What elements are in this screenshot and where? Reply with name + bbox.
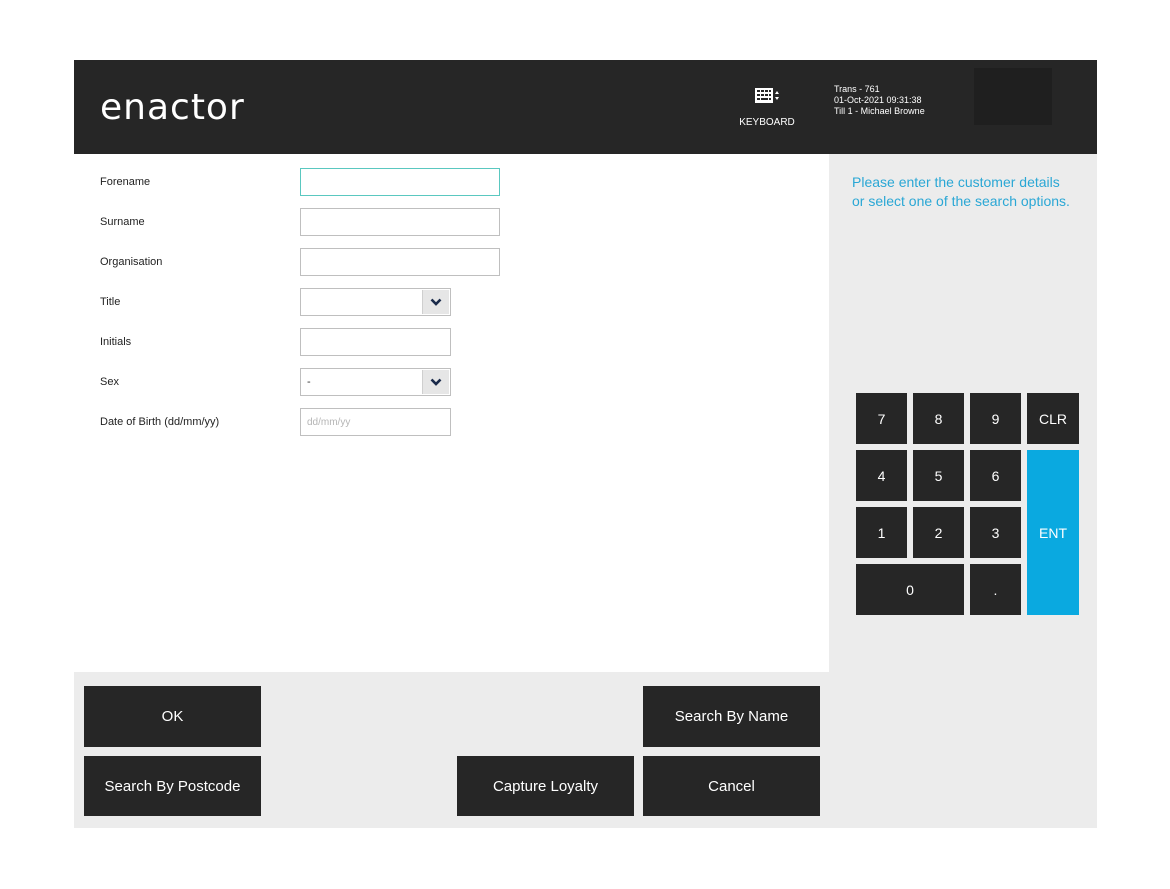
dob-input[interactable] — [300, 408, 451, 436]
transaction-info: Trans - 761 01-Oct-2021 09:31:38 Till 1 … — [834, 84, 925, 117]
enactor-logo: enactor — [100, 87, 245, 128]
key-1[interactable]: 1 — [856, 507, 907, 558]
surname-label: Surname — [100, 216, 145, 228]
key-4[interactable]: 4 — [856, 450, 907, 501]
capture-loyalty-button[interactable]: Capture Loyalty — [457, 756, 634, 816]
ok-button[interactable]: OK — [84, 686, 261, 747]
search-by-postcode-button[interactable]: Search By Postcode — [84, 756, 261, 816]
chevron-down-icon[interactable] — [422, 370, 449, 394]
initials-label: Initials — [100, 336, 132, 348]
key-dot[interactable]: . — [970, 564, 1021, 615]
sex-value: - — [307, 376, 311, 388]
sex-label: Sex — [100, 376, 119, 388]
forename-label: Forename — [100, 176, 151, 188]
forename-input[interactable] — [300, 168, 500, 196]
initials-input[interactable] — [300, 328, 451, 356]
key-6[interactable]: 6 — [970, 450, 1021, 501]
customer-form: Forename Surname Organisation Title Init… — [74, 154, 829, 672]
organisation-input[interactable] — [300, 248, 500, 276]
keyboard-label: KEYBOARD — [739, 117, 795, 128]
key-7[interactable]: 7 — [856, 393, 907, 444]
instruction-message: Please enter the customer details or sel… — [852, 174, 1070, 209]
transaction-datetime: 01-Oct-2021 09:31:38 — [834, 95, 922, 105]
key-clr[interactable]: CLR — [1027, 393, 1079, 444]
key-5[interactable]: 5 — [913, 450, 964, 501]
key-9[interactable]: 9 — [970, 393, 1021, 444]
key-8[interactable]: 8 — [913, 393, 964, 444]
keyboard-button[interactable]: KEYBOARD — [732, 86, 802, 128]
sex-select[interactable]: - — [300, 368, 451, 396]
search-by-name-button[interactable]: Search By Name — [643, 686, 820, 747]
key-0[interactable]: 0 — [856, 564, 964, 615]
key-3[interactable]: 3 — [970, 507, 1021, 558]
organisation-label: Organisation — [100, 256, 163, 268]
title-label: Title — [100, 296, 121, 308]
till-operator: Till 1 - Michael Browne — [834, 106, 925, 116]
surname-input[interactable] — [300, 208, 500, 236]
title-select[interactable] — [300, 288, 451, 316]
header-bar: enactor KEYBOARD Trans - 761 01-Oct-2021… — [74, 60, 1097, 154]
key-2[interactable]: 2 — [913, 507, 964, 558]
cancel-button[interactable]: Cancel — [643, 756, 820, 816]
keyboard-icon — [755, 88, 779, 103]
transaction-number: Trans - 761 — [834, 84, 880, 94]
chevron-down-icon[interactable] — [422, 290, 449, 314]
pos-window: enactor KEYBOARD Trans - 761 01-Oct-2021… — [74, 60, 1097, 828]
header-status-panel — [974, 68, 1052, 125]
key-ent[interactable]: ENT — [1027, 450, 1079, 615]
dob-label: Date of Birth (dd/mm/yy) — [100, 416, 220, 428]
logo-text: enactor — [100, 87, 245, 128]
